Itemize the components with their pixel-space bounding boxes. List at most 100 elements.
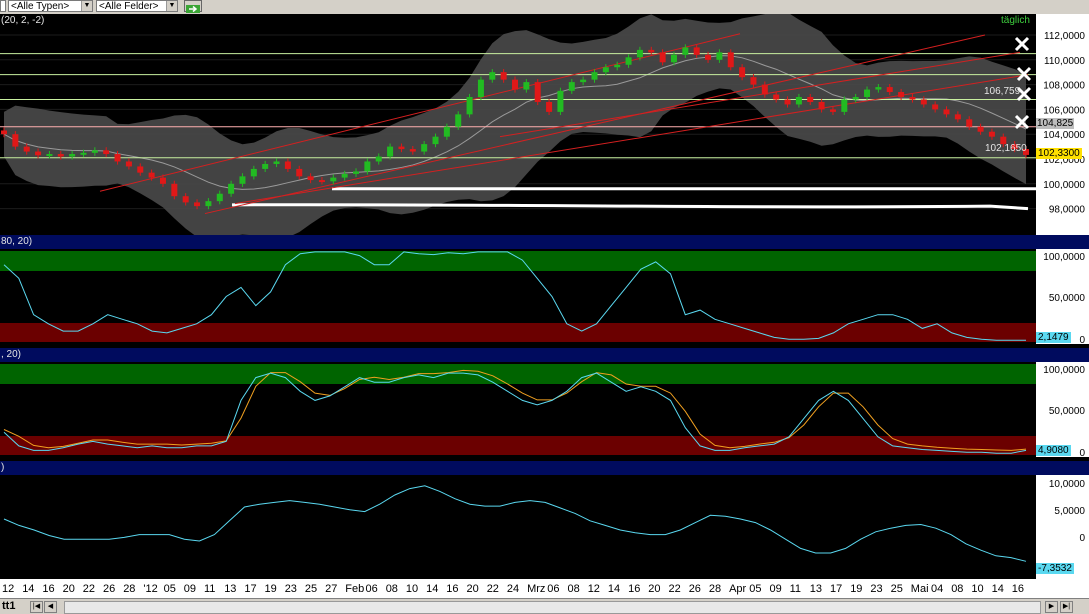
axis-tick-label: 0 (1079, 448, 1085, 459)
axis-tick-label: 106,0000 (1043, 105, 1085, 116)
date-tick-label: Feb (345, 583, 365, 595)
candle-up (591, 72, 598, 80)
candle-down (103, 150, 110, 155)
date-axis: 12 14 16 20 22 26 28'12 05 09 11 13 17 19 23 25 27 Feb 06… (0, 579, 1089, 598)
date-tick-label: 14 (426, 583, 439, 595)
candle-up (682, 47, 689, 55)
candle-down (773, 94, 780, 100)
axis-tick-label: 100,0000 (1043, 180, 1085, 191)
axis-tick-label: 50,0000 (1049, 406, 1086, 417)
axis-tick-label: 108,0000 (1043, 81, 1085, 92)
first-sheet-icon[interactable]: |◀ (30, 601, 43, 613)
candle-down (659, 52, 666, 63)
upper-band-tag: 106,759 (984, 86, 1021, 97)
candle-up (716, 52, 723, 60)
axis-tick-label: 50,0000 (1049, 293, 1086, 304)
date-tick-label: Apr (729, 583, 747, 595)
sheet-tab[interactable]: tt1 (2, 600, 15, 613)
candle-down (284, 161, 291, 169)
candle-down (829, 109, 836, 112)
axis-tick-label: 112,0000 (1044, 31, 1085, 42)
date-tick-label: 22 (82, 583, 96, 595)
sheet-tab-bar: tt1 |◀ ◀ ▶ ▶| (0, 598, 1089, 614)
chevron-down-icon: ▼ (166, 1, 177, 11)
candle-up (455, 114, 462, 127)
osc3-header: ) (0, 461, 1089, 475)
date-tick-label: 28 (708, 583, 722, 595)
date-tick-label: 20 (648, 583, 661, 595)
osc1-value-tag: 2,1479 (1036, 332, 1071, 343)
candle-down (932, 104, 939, 110)
prev-sheet-icon[interactable]: ◀ (44, 601, 57, 613)
candle-down (57, 154, 64, 157)
date-tick-label: 12 (587, 583, 600, 595)
candle-up (330, 177, 337, 182)
candle-up (69, 154, 76, 157)
go-button[interactable] (184, 0, 202, 13)
candle-up (46, 154, 53, 157)
candle-down (784, 99, 791, 105)
date-tick-label: 08 (567, 583, 580, 595)
toolbar: <Alle Typen> ▼ <Alle Felder> ▼ (0, 0, 1089, 15)
date-tick-label: 09 (769, 583, 782, 595)
field-filter-select[interactable]: <Alle Felder> ▼ (96, 0, 178, 12)
candle-down (943, 109, 950, 115)
candle-down (546, 101, 553, 112)
date-tick-label: 08 (951, 583, 964, 595)
date-tick-label: 05 (163, 583, 176, 595)
date-tick-label: 13 (224, 583, 237, 595)
date-tick-label: 12 (2, 583, 15, 595)
candle-up (239, 176, 246, 184)
candle-up (273, 161, 280, 164)
candle-down (648, 49, 655, 53)
axis-tick-label: 98,0000 (1049, 205, 1086, 216)
last-sheet-icon[interactable]: ▶| (1060, 601, 1073, 613)
date-tick-label: 23 (284, 583, 297, 595)
candle-down (898, 92, 905, 97)
candle-down (500, 72, 507, 80)
osc1-low-zone (0, 323, 1036, 342)
candle-down (693, 47, 700, 55)
date-tick-label: 26 (103, 583, 116, 595)
candle-down (114, 154, 121, 162)
date-tick-label: 20 (466, 583, 479, 595)
osc3-value-tag: -7,3532 (1036, 563, 1074, 574)
next-sheet-icon[interactable]: ▶ (1045, 601, 1058, 613)
candle-down (296, 168, 303, 177)
date-tick-label: 11 (204, 583, 216, 595)
type-filter-select[interactable]: <Alle Typen> ▼ (8, 0, 93, 12)
date-tick-label: 22 (486, 583, 499, 595)
chart-area[interactable]: 112,0000 110,0000 108,0000 106,0000 104,0000… (0, 14, 1089, 579)
axis-tick-label: 104,0000 (1043, 130, 1085, 141)
candle-up (91, 150, 98, 153)
candle-down (727, 52, 734, 68)
date-tick-label: 14 (22, 583, 35, 595)
candle-down (512, 79, 518, 90)
candle-down (318, 180, 325, 183)
candle-up (614, 64, 621, 68)
candle-up (489, 72, 496, 80)
candle-down (988, 131, 995, 137)
candle-down (534, 82, 541, 102)
date-tick-label: 14 (607, 583, 621, 595)
date-tick-label: 09 (183, 583, 197, 595)
horizontal-scrollbar[interactable] (64, 601, 1041, 614)
osc2-params: , 20) (1, 349, 22, 360)
date-tick-label: 25 (304, 583, 318, 595)
candle-down (148, 172, 155, 178)
candle-down (886, 87, 893, 93)
date-tick-label: 16 (1011, 583, 1025, 595)
date-tick-label: Mai (910, 583, 929, 595)
date-tick-label: 08 (385, 583, 398, 595)
candle-down (398, 146, 405, 150)
date-tick-label: 16 (42, 583, 55, 595)
candle-up (205, 201, 212, 207)
last-price-tag: 102,3300 (1036, 148, 1082, 159)
date-tick-label: 13 (809, 583, 823, 595)
date-tick-label: 10 (971, 583, 984, 595)
toolbar-left-stub[interactable] (0, 0, 6, 12)
date-tick-label: 20 (62, 583, 75, 595)
date-tick-label: 19 (264, 583, 277, 595)
axis-tick-label: 100,0000 (1043, 365, 1085, 376)
candle-up (216, 193, 223, 202)
